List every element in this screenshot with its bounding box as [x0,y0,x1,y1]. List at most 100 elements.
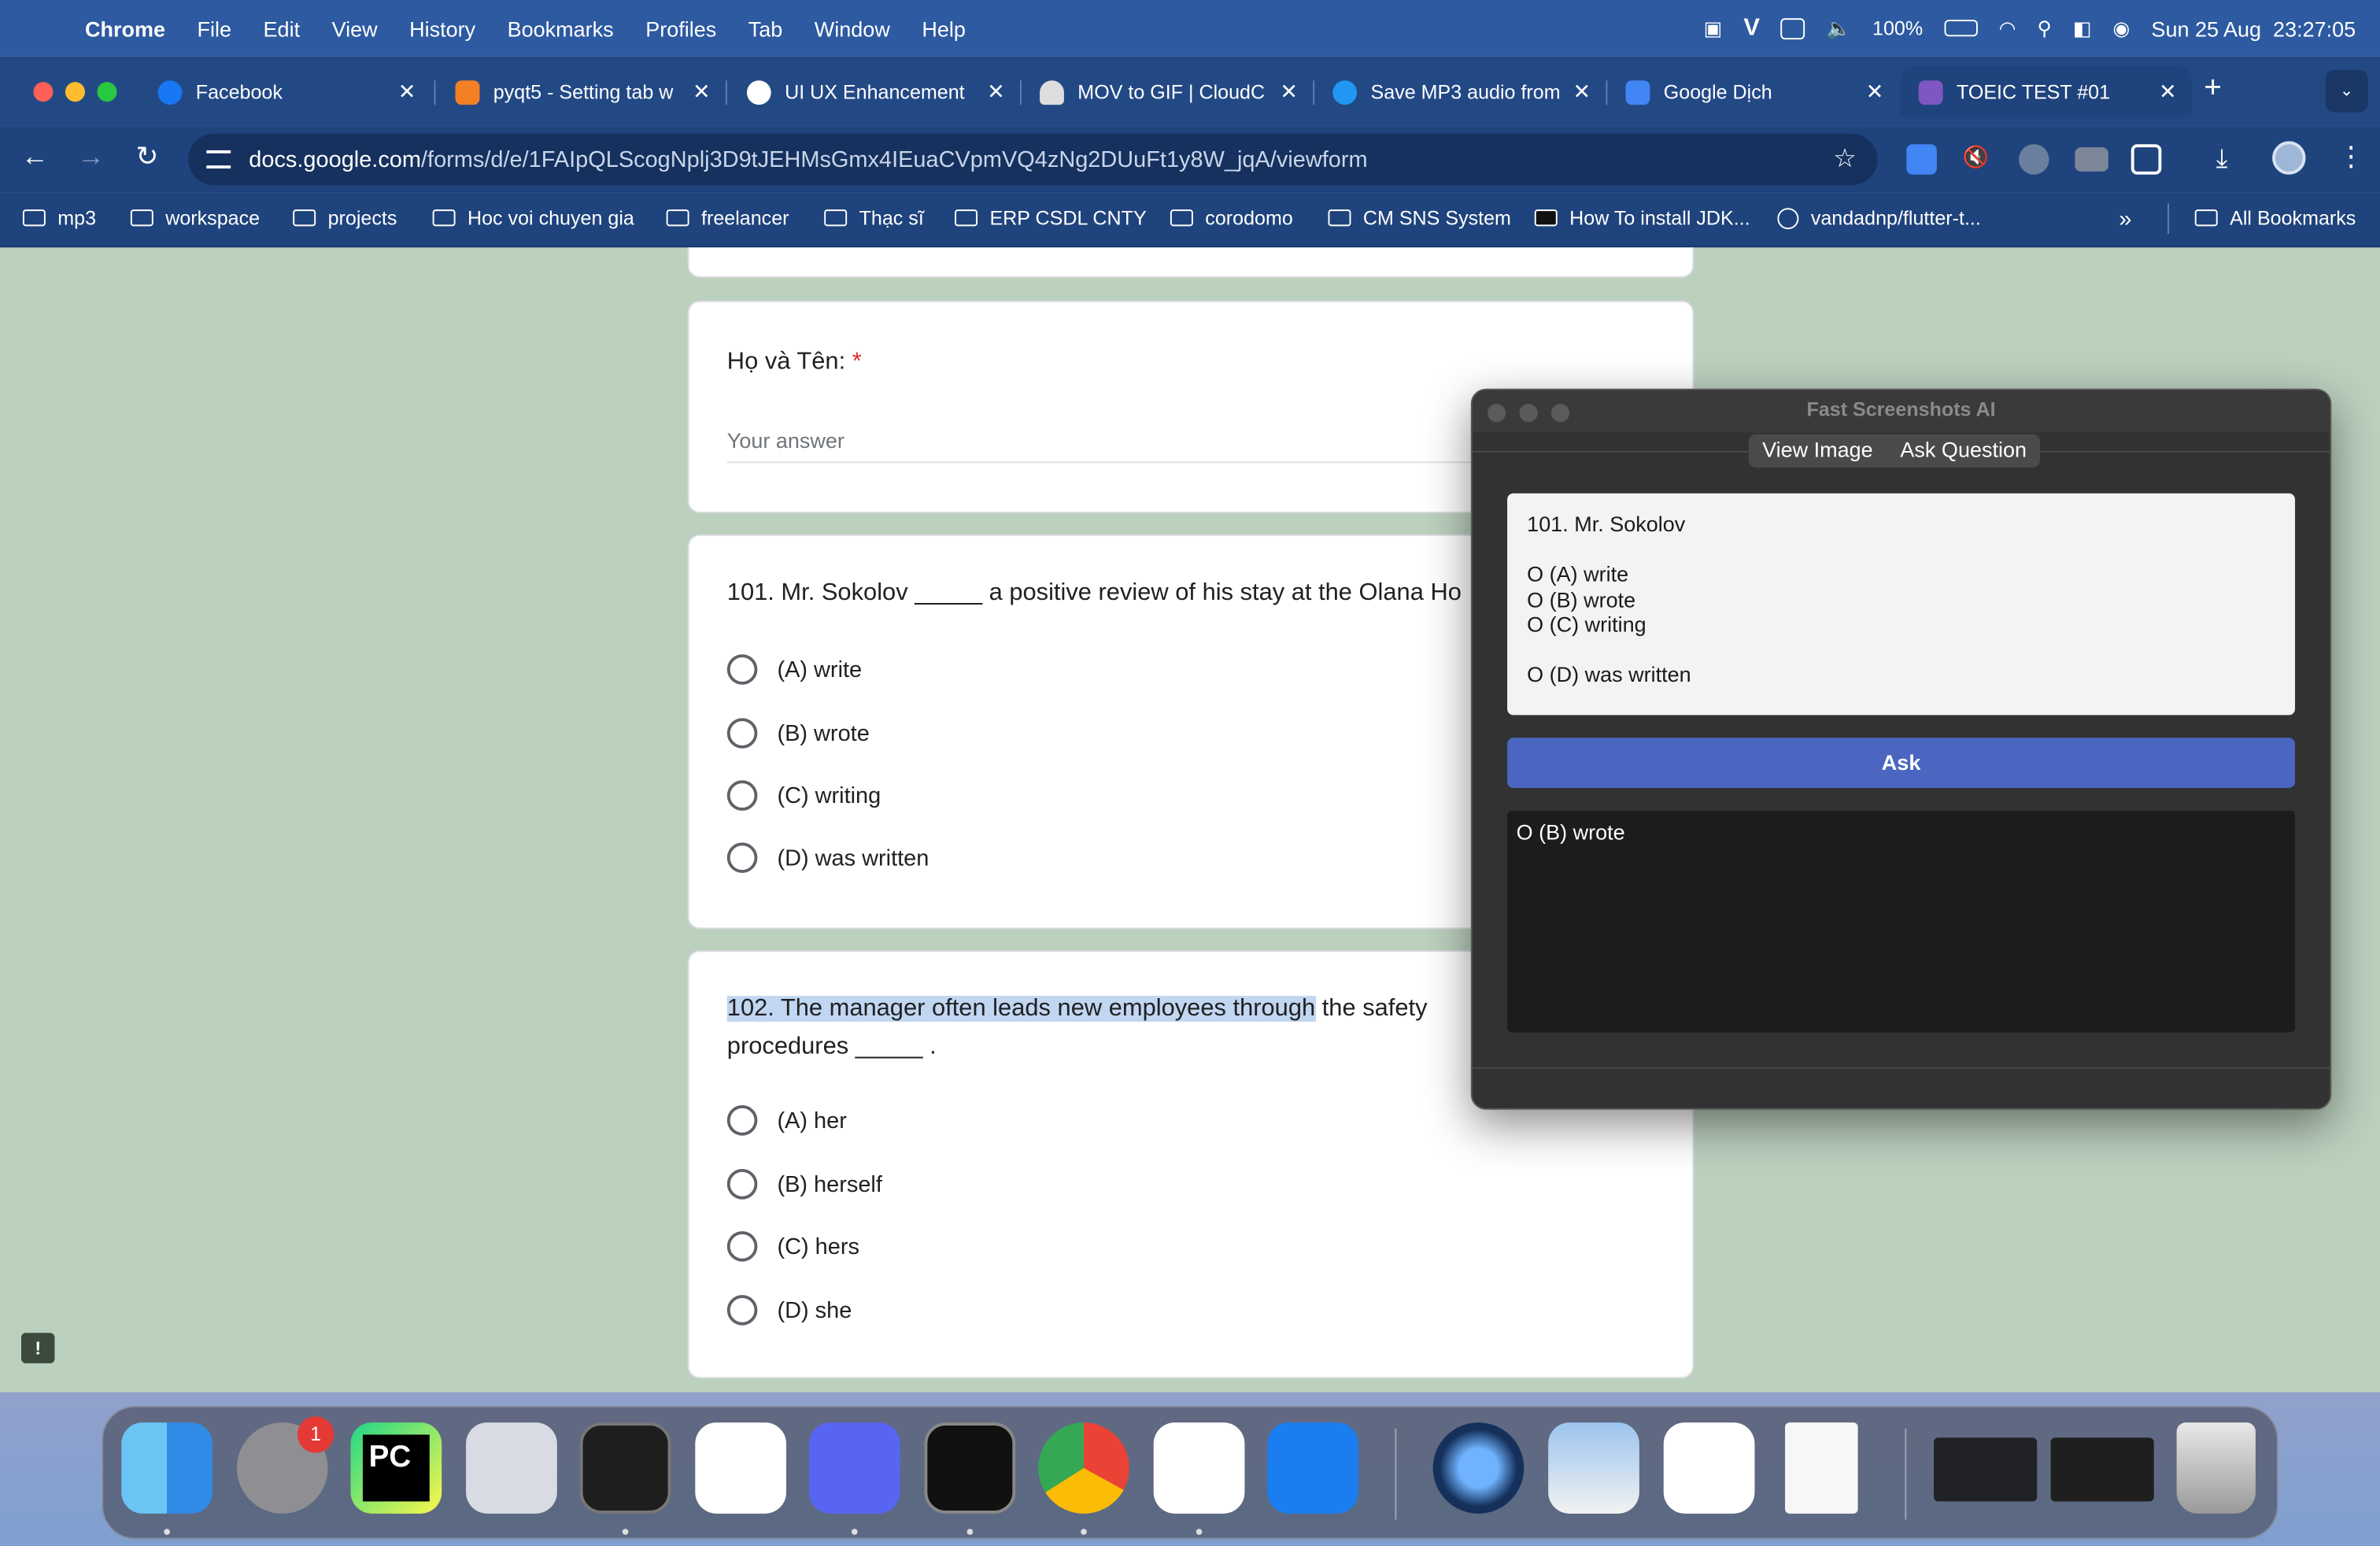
option-102-b[interactable]: (B) herself [726,1169,882,1200]
option-101-a[interactable]: (A) write [726,654,862,685]
capcut-icon[interactable] [1663,1422,1755,1514]
translate-extension-icon[interactable] [1906,144,1937,175]
chrome-icon[interactable] [1038,1422,1129,1514]
menu-help[interactable]: Help [922,16,966,40]
mute-tab-icon[interactable]: 🔇 [1963,144,1994,175]
close-tab-icon[interactable]: ✕ [693,79,711,105]
vscode-icon[interactable] [1153,1422,1245,1514]
bookmark-cm-sns-system[interactable]: CM SNS System [1328,206,1511,229]
bookmark-projects[interactable]: projects [293,206,397,229]
bookmark-star-icon[interactable]: ☆ [1833,144,1856,175]
extension-icon[interactable] [2019,144,2049,175]
radio-button[interactable] [726,842,758,873]
clock[interactable]: Sun 25 Aug 23:27:05 [2151,16,2356,40]
status-app-icon[interactable]: ▣ [1704,16,1723,40]
quicktime-icon[interactable] [1432,1422,1524,1514]
back-button[interactable]: ← [17,141,53,173]
bookmark-thac-si[interactable]: Thạc sĩ [824,206,924,229]
trash-icon[interactable] [2176,1422,2256,1514]
tab-ask-question[interactable]: Ask Question [1887,435,2040,468]
download-icon[interactable]: ⤓ [2216,144,2247,175]
xcode-icon[interactable] [1267,1422,1359,1514]
bookmark-erp-csdl-cnty[interactable]: ERP CSDL CNTY [955,206,1147,229]
battery-percent[interactable]: 100% [1872,17,1923,39]
launchpad-icon[interactable] [466,1422,557,1514]
search-icon[interactable]: ⚲ [2037,16,2051,40]
tab-save-mp3[interactable]: Save MP3 audio from ✕ [1314,67,1606,117]
window-thumb-1[interactable] [1934,1437,2038,1502]
activity-monitor-icon[interactable] [579,1422,671,1514]
new-tab-button[interactable]: + [2204,72,2222,106]
control-center-icon[interactable]: ◧ [2073,16,2092,40]
close-tab-icon[interactable]: ✕ [987,79,1005,105]
preview-icon[interactable] [1548,1422,1639,1514]
site-info-icon[interactable] [206,150,231,169]
window-thumb-2[interactable] [2050,1437,2154,1502]
ask-button[interactable]: Ask [1507,738,2296,788]
tab-ui-ux[interactable]: UI UX Enhancement ✕ [729,67,1020,117]
vpn-v-icon[interactable]: V [1743,14,1760,42]
crx-extension-icon[interactable] [2075,147,2108,172]
bookmark-workspace[interactable]: workspace [130,206,260,229]
menu-file[interactable]: File [198,16,232,40]
fsai-minimize-button[interactable] [1519,404,1538,423]
bookmark-install-jdk[interactable]: How To install JDK... [1534,206,1750,229]
address-bar[interactable]: docs.google.com/forms/d/e/1FAIpQLScogNpl… [188,133,1878,186]
bookmark-all-bookmarks[interactable]: All Bookmarks [2194,206,2356,229]
fsai-close-button[interactable] [1488,404,1506,423]
discord-icon[interactable] [808,1422,900,1514]
tab-toeic-test[interactable]: TOEIC TEST #01 ✕ [1900,66,2192,117]
tab-view-image[interactable]: View Image [1749,435,1887,468]
slack-icon[interactable] [695,1422,787,1514]
bookmark-freelancer[interactable]: freelancer [666,206,789,229]
radio-button[interactable] [726,1295,758,1326]
radio-button[interactable] [726,654,758,685]
profile-avatar[interactable] [2272,141,2306,175]
menu-app-name[interactable]: Chrome [85,16,165,40]
tab-facebook[interactable]: Facebook ✕ [139,67,431,117]
menu-view[interactable]: View [332,16,378,40]
option-102-d[interactable]: (D) she [726,1295,852,1326]
menu-edit[interactable]: Edit [264,16,301,40]
document-icon[interactable] [1785,1422,1858,1514]
menu-bookmarks[interactable]: Bookmarks [508,16,614,40]
extensions-puzzle-icon[interactable] [2131,144,2162,175]
menu-tab[interactable]: Tab [748,16,783,40]
menu-profiles[interactable]: Profiles [645,16,716,40]
close-tab-icon[interactable]: ✕ [2159,79,2177,105]
terminal-icon[interactable] [924,1422,1016,1514]
fsai-zoom-button[interactable] [1551,404,1570,423]
finder-icon[interactable] [121,1422,213,1514]
bookmarks-overflow-button[interactable]: » [2119,206,2131,232]
close-tab-icon[interactable]: ✕ [1573,79,1591,105]
chrome-menu-icon[interactable]: ⋮ [2338,141,2365,173]
radio-button[interactable] [726,1105,758,1136]
forward-button[interactable]: → [73,141,109,173]
battery-icon[interactable] [1944,20,1978,37]
fsai-answer-output[interactable]: O (B) wrote [1507,810,2296,1033]
siri-icon[interactable]: ◉ [2113,16,2131,40]
close-tab-icon[interactable]: ✕ [1866,79,1884,105]
option-102-c[interactable]: (C) hers [726,1231,859,1262]
keyboard-icon[interactable] [1780,17,1805,39]
tab-search-button[interactable]: ⌄ [2325,69,2368,113]
bookmark-corodomo[interactable]: corodomo [1170,206,1293,229]
volume-icon[interactable]: 🔈 [1827,16,1851,40]
menu-history[interactable]: History [409,16,475,40]
bookmark-mp3[interactable]: mp3 [22,206,96,229]
bookmark-hoc-voi-chuyen-gia[interactable]: Hoc voi chuyen gia [432,206,634,229]
option-101-d[interactable]: (D) was written [726,842,929,873]
close-tab-icon[interactable]: ✕ [398,79,416,105]
fsai-question-text[interactable]: 101. Mr. Sokolov O (A) write O (B) wrote… [1507,493,2296,716]
minimize-window-button[interactable] [65,82,86,102]
radio-button[interactable] [726,1231,758,1262]
radio-button[interactable] [726,780,758,811]
tab-pyqt5[interactable]: pyqt5 - Setting tab w ✕ [437,67,725,117]
close-tab-icon[interactable]: ✕ [1280,79,1298,105]
tab-mov-to-gif[interactable]: MOV to GIF | CloudC ✕ [1022,67,1313,117]
radio-button[interactable] [726,1169,758,1200]
tab-google-translate[interactable]: Google Dịch ✕ [1607,67,1898,117]
close-window-button[interactable] [33,82,54,102]
bookmark-flutter[interactable]: vandadnp/flutter-t... [1777,206,1981,229]
pycharm-icon[interactable]: PC [350,1422,442,1514]
